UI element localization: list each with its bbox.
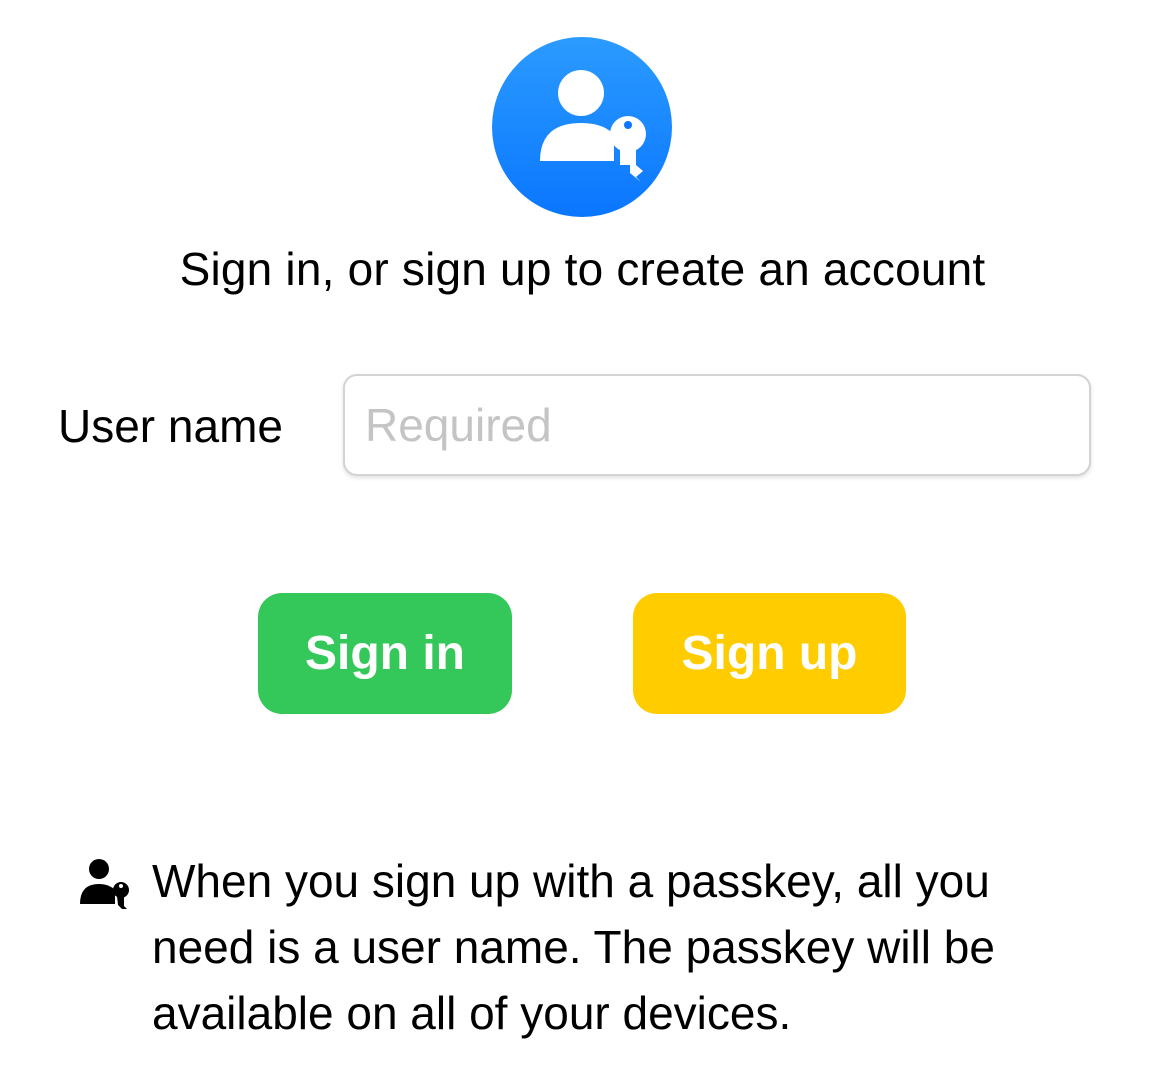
person-key-icon bbox=[78, 856, 132, 910]
sign-up-button[interactable]: Sign up bbox=[633, 593, 906, 714]
username-input[interactable] bbox=[365, 394, 1065, 456]
page-title: Sign in, or sign up to create an account bbox=[179, 243, 986, 295]
username-label: User name bbox=[58, 400, 283, 452]
sign-in-button[interactable]: Sign in bbox=[258, 593, 512, 714]
passkey-info-text: When you sign up with a passkey, all you… bbox=[152, 855, 995, 1039]
username-field-container[interactable] bbox=[343, 374, 1091, 476]
person-key-icon bbox=[540, 70, 646, 182]
app-person-key-icon bbox=[492, 37, 672, 217]
